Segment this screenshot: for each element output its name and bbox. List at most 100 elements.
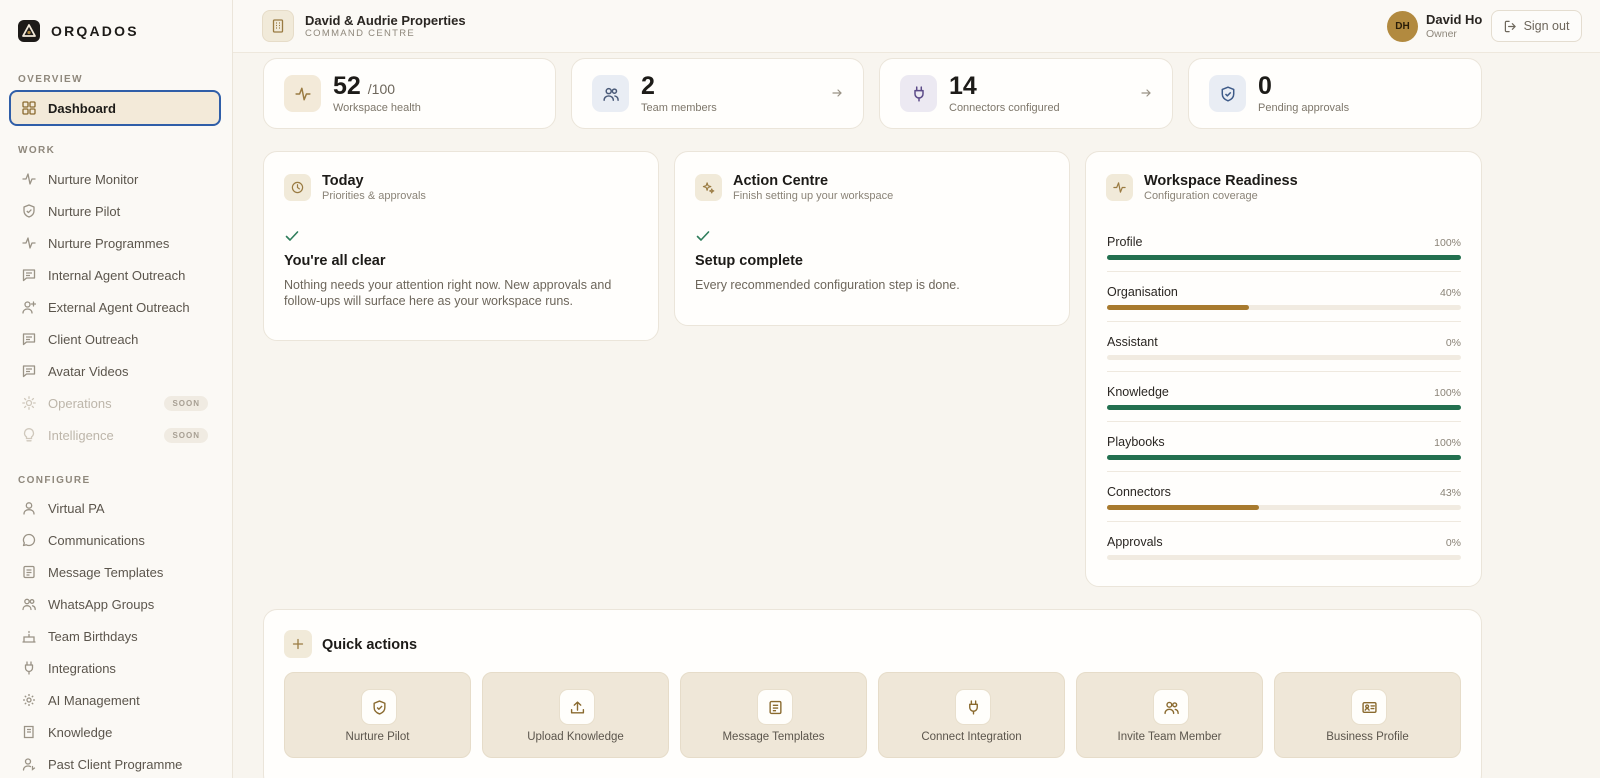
- readiness-row-percent: 100%: [1434, 437, 1461, 449]
- lightbulb-icon: [23, 428, 35, 442]
- sidebar-item-team-birthdays[interactable]: Team Birthdays: [9, 620, 221, 652]
- workspace-readiness-panel: Workspace Readiness Configuration covera…: [1085, 151, 1482, 587]
- readiness-row-name: Approvals: [1107, 535, 1163, 549]
- brand-name: ORQADOS: [51, 23, 139, 39]
- user-role: Owner: [1426, 28, 1457, 40]
- sidebar-item-external-agent-outreach[interactable]: External Agent Outreach: [9, 291, 221, 323]
- progress-bar-track: [1107, 305, 1461, 310]
- progress-bar-track: [1107, 505, 1461, 510]
- sidebar-item-label: WhatsApp Groups: [48, 596, 155, 612]
- clock-icon: [284, 174, 311, 201]
- sidebar-item-past-client-programme[interactable]: Past Client Programme: [9, 748, 221, 778]
- sidebar-item-avatar-videos[interactable]: Avatar Videos: [9, 355, 221, 387]
- progress-bar-fill: [1107, 305, 1249, 310]
- readiness-row-name: Knowledge: [1107, 385, 1169, 399]
- readiness-title: Workspace Readiness: [1144, 173, 1298, 189]
- quick-action-label: Business Profile: [1326, 731, 1409, 743]
- chat-bubble-icon: [22, 533, 36, 547]
- sidebar-item-label: Nurture Pilot: [48, 203, 121, 219]
- shield-check-icon: [361, 689, 397, 725]
- readiness-subtitle: Configuration coverage: [1144, 190, 1258, 202]
- readiness-row-name: Profile: [1107, 235, 1143, 249]
- sidebar-item-label: Avatar Videos: [48, 363, 129, 379]
- action-centre-subtitle: Finish setting up your workspace: [733, 190, 894, 202]
- sidebar-item-nurture-monitor[interactable]: Nurture Monitor: [9, 163, 221, 195]
- sidebar-item-virtual-pa[interactable]: Virtual PA: [9, 492, 221, 524]
- section-label-configure: CONFIGURE: [18, 475, 91, 486]
- quick-action-invite-team-member[interactable]: Invite Team Member: [1076, 672, 1263, 758]
- action-centre-panel: Action Centre Finish setting up your wor…: [674, 151, 1070, 326]
- activity-icon: [22, 173, 36, 185]
- readiness-row-percent: 100%: [1434, 387, 1461, 399]
- quick-action-upload-knowledge[interactable]: Upload Knowledge: [482, 672, 669, 758]
- sidebar-item-communications[interactable]: Communications: [9, 524, 221, 556]
- progress-bar-track: [1107, 255, 1461, 260]
- log-out-icon: [1504, 20, 1516, 32]
- stat-label: Team members: [641, 102, 717, 114]
- divider: [1107, 371, 1461, 372]
- sidebar-item-label: Knowledge: [48, 724, 113, 740]
- plug-icon: [955, 689, 991, 725]
- users-icon: [1153, 689, 1189, 725]
- org-subtitle: COMMAND CENTRE: [305, 28, 416, 39]
- user-name: David Ho: [1426, 12, 1483, 27]
- plug-icon: [24, 661, 34, 675]
- stat-label: Connectors configured: [949, 102, 1060, 114]
- sidebar-item-message-templates[interactable]: Message Templates: [9, 556, 221, 588]
- stat-value-suffix: /100: [367, 81, 396, 97]
- user-icon: [23, 502, 35, 515]
- sidebar-item-label: Nurture Programmes: [48, 235, 170, 251]
- stat-card-team-members[interactable]: 2 Team members: [571, 58, 864, 129]
- book-icon: [23, 725, 34, 739]
- sidebar-item-integrations[interactable]: Integrations: [9, 652, 221, 684]
- quick-action-connect-integration[interactable]: Connect Integration: [878, 672, 1065, 758]
- sidebar: ORQADOS OVERVIEW Dashboard WORK Nurture …: [0, 0, 233, 778]
- sidebar-item-whatsapp-groups[interactable]: WhatsApp Groups: [9, 588, 221, 620]
- readiness-row-name: Assistant: [1107, 335, 1158, 349]
- avatar[interactable]: DH: [1387, 11, 1418, 42]
- section-label-overview: OVERVIEW: [18, 74, 83, 85]
- stat-label: Workspace health: [333, 102, 421, 114]
- orqados-logo-icon: [18, 20, 40, 42]
- sidebar-item-ai-management[interactable]: AI Management: [9, 684, 221, 716]
- file-text-icon: [757, 689, 793, 725]
- quick-action-label: Connect Integration: [921, 731, 1022, 743]
- brand[interactable]: ORQADOS: [18, 20, 139, 42]
- sidebar-item-label: AI Management: [48, 692, 140, 708]
- stat-card-connectors[interactable]: 14 Connectors configured: [879, 58, 1173, 129]
- sidebar-item-internal-agent-outreach[interactable]: Internal Agent Outreach: [9, 259, 221, 291]
- divider: [1107, 521, 1461, 522]
- sidebar-item-label: Integrations: [48, 660, 116, 676]
- quick-action-message-templates[interactable]: Message Templates: [680, 672, 867, 758]
- top-header: David & Audrie Properties COMMAND CENTRE…: [233, 0, 1600, 53]
- dashboard-grid-icon: [22, 101, 36, 115]
- arrow-right-icon: [832, 89, 842, 97]
- readiness-row-name: Organisation: [1107, 285, 1178, 299]
- sign-out-button[interactable]: Sign out: [1491, 10, 1582, 42]
- quick-action-nurture-pilot[interactable]: Nurture Pilot: [284, 672, 471, 758]
- users-icon: [592, 75, 629, 112]
- check-icon: [696, 231, 710, 241]
- sidebar-item-label: Internal Agent Outreach: [48, 267, 186, 283]
- progress-bar-track: [1107, 555, 1461, 560]
- sidebar-item-knowledge[interactable]: Knowledge: [9, 716, 221, 748]
- divider: [1107, 271, 1461, 272]
- readiness-row-percent: 40%: [1439, 287, 1461, 299]
- quick-action-label: Upload Knowledge: [527, 731, 624, 743]
- stat-value: 52 /100: [333, 72, 396, 100]
- shield-check-icon: [23, 204, 35, 218]
- sidebar-item-nurture-programmes[interactable]: Nurture Programmes: [9, 227, 221, 259]
- sidebar-item-nurture-pilot[interactable]: Nurture Pilot: [9, 195, 221, 227]
- divider: [1107, 421, 1461, 422]
- soon-badge: SOON: [164, 427, 208, 443]
- sidebar-item-dashboard[interactable]: Dashboard: [9, 90, 221, 126]
- quick-action-business-profile[interactable]: Business Profile: [1274, 672, 1461, 758]
- sidebar-item-client-outreach[interactable]: Client Outreach: [9, 323, 221, 355]
- action-centre-status-description: Every recommended configuration step is …: [695, 278, 960, 292]
- building-icon[interactable]: [262, 10, 294, 42]
- action-centre-title: Action Centre: [733, 173, 829, 189]
- stat-value: 0: [1258, 72, 1272, 100]
- divider: [1107, 321, 1461, 322]
- today-title: Today: [322, 173, 364, 189]
- org-name: David & Audrie Properties: [305, 13, 466, 28]
